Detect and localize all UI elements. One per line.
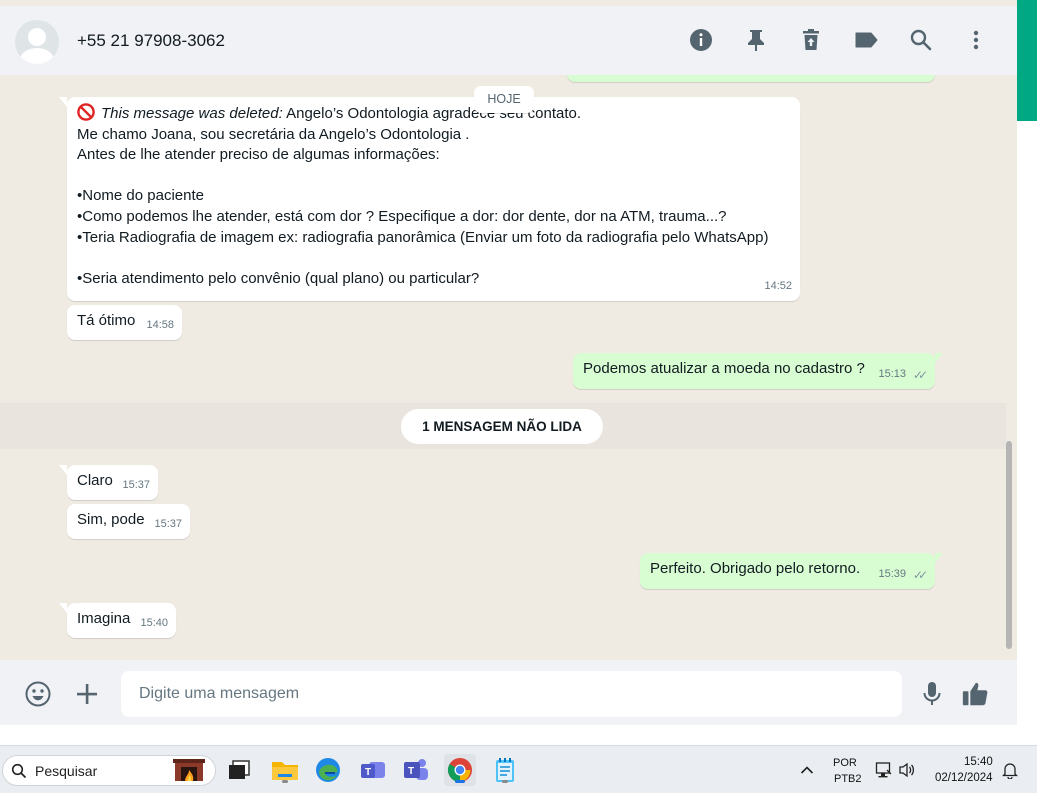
- microphone-icon[interactable]: [918, 680, 946, 708]
- unread-chip: 1 MENSAGEM NÃO LIDA: [401, 409, 603, 444]
- clock-time[interactable]: 15:40: [964, 756, 993, 768]
- info-icon[interactable]: [688, 27, 714, 53]
- running-indicator: [282, 780, 288, 783]
- message-text: Sim, pode: [77, 511, 145, 528]
- background-accent: [1017, 0, 1037, 121]
- search-icon[interactable]: [908, 27, 934, 53]
- bubble-tail: [935, 353, 943, 363]
- contact-avatar[interactable]: [15, 20, 59, 64]
- notification-bell-icon[interactable]: [998, 754, 1022, 786]
- message-time: 15:39: [878, 568, 906, 581]
- attach-plus-icon[interactable]: [73, 680, 101, 708]
- taskbar-search-placeholder: Pesquisar: [35, 763, 98, 779]
- chat-scrollbar[interactable]: [1006, 441, 1012, 649]
- svg-text:T: T: [365, 767, 371, 778]
- message-time: 14:52: [764, 280, 792, 293]
- message-line: •Nome do paciente: [77, 187, 204, 205]
- taskbar-search[interactable]: Pesquisar: [2, 755, 216, 786]
- message-text: Tá ótimo: [77, 312, 136, 329]
- message-text: Claro: [77, 472, 113, 489]
- chrome-icon[interactable]: [444, 754, 476, 786]
- contact-name[interactable]: +55 21 97908-3062: [77, 31, 225, 51]
- message-bubble-outgoing[interactable]: Podemos atualizar a moeda no cadastro ? …: [573, 353, 935, 389]
- message-line: •Como podemos lhe atender, está com dor …: [77, 207, 727, 225]
- clock-date[interactable]: 02/12/2024: [935, 772, 993, 784]
- fireplace-icon: [173, 759, 205, 788]
- composer: [0, 660, 1017, 725]
- emoji-icon[interactable]: [24, 680, 52, 708]
- message-time: 14:58: [146, 319, 174, 332]
- message-input[interactable]: [121, 671, 902, 717]
- running-indicator: [502, 780, 508, 783]
- bubble-tail: [935, 553, 943, 563]
- blocked-icon: [77, 103, 95, 121]
- read-ticks-icon: ✓✓: [912, 568, 928, 583]
- pin-icon[interactable]: [743, 27, 769, 53]
- message-time: 15:40: [140, 617, 168, 630]
- chevron-up-icon[interactable]: [793, 754, 821, 786]
- label-icon[interactable]: [853, 27, 879, 53]
- message-line: Me chamo Joana, sou secretária da Angelo…: [77, 125, 470, 143]
- message-line: •Teria Radiografia de imagem ex: radiogr…: [77, 228, 769, 246]
- teams-work-icon[interactable]: T: [400, 754, 432, 786]
- bubble-tail: [59, 603, 67, 613]
- message-bubble-incoming[interactable]: This message was deleted: Angelo’s Odont…: [67, 97, 800, 301]
- chat-area[interactable]: This message was deleted: Angelo’s Odont…: [0, 75, 1017, 660]
- file-explorer-icon[interactable]: [269, 754, 301, 786]
- task-view-icon[interactable]: [223, 754, 255, 786]
- search-icon: [11, 763, 27, 784]
- date-chip: HOJE: [474, 86, 534, 113]
- message-bubble-incoming[interactable]: Tá ótimo 14:58: [67, 305, 182, 340]
- avatar-body-shape: [20, 48, 54, 64]
- message-bubble-incoming[interactable]: Imagina 15:40: [67, 603, 176, 638]
- input-language[interactable]: POR: [833, 757, 857, 769]
- message-line: •Seria atendimento pelo convênio (qual p…: [77, 269, 480, 287]
- bubble-tail: [59, 97, 67, 107]
- avatar-head-shape: [28, 28, 46, 46]
- message-text: Podemos atualizar a moeda no cadastro ?: [583, 360, 865, 377]
- delete-icon[interactable]: [798, 27, 824, 53]
- keyboard-layout[interactable]: PTB2: [834, 773, 862, 785]
- edge-icon[interactable]: [312, 754, 344, 786]
- window-right-edge: [1017, 0, 1037, 745]
- message-time: 15:37: [154, 518, 182, 531]
- volume-icon[interactable]: [895, 754, 919, 786]
- message-text: Imagina: [77, 610, 131, 627]
- thumbs-up-icon[interactable]: [961, 680, 989, 708]
- whatsapp-window: +55 21 97908-3062 This message was delet…: [0, 0, 1017, 725]
- read-ticks-icon: ✓✓: [912, 368, 928, 383]
- message-time: 15:13: [878, 368, 906, 381]
- message-line: Angelo’s Odontologia agradece seu contat…: [286, 105, 582, 122]
- teams-icon[interactable]: T: [357, 754, 389, 786]
- message-line: Antes de lhe atender preciso de algumas …: [77, 146, 440, 164]
- active-indicator: [455, 780, 465, 783]
- menu-icon[interactable]: [963, 27, 989, 53]
- message-text: Perfeito. Obrigado pelo retorno.: [650, 560, 861, 577]
- notepad-icon[interactable]: [489, 754, 521, 786]
- message-time: 15:37: [122, 479, 150, 492]
- message-line-blank: [77, 248, 791, 269]
- message-bubble-incoming[interactable]: Claro 15:37: [67, 465, 158, 500]
- message-bubble-outgoing[interactable]: Perfeito. Obrigado pelo retorno. 15:39 ✓…: [640, 553, 935, 589]
- message-line-blank: [77, 166, 791, 187]
- chat-header: +55 21 97908-3062: [0, 6, 1017, 75]
- network-icon[interactable]: [871, 754, 897, 786]
- windows-taskbar: Pesquisar T T POR PTB2 15:40 02/12/2024: [0, 745, 1037, 793]
- message-bubble-outgoing-partial[interactable]: [567, 75, 935, 82]
- deleted-message-label: This message was deleted:: [101, 105, 283, 122]
- bubble-tail: [59, 465, 67, 475]
- svg-text:T: T: [408, 766, 414, 777]
- message-bubble-incoming[interactable]: Sim, pode 15:37: [67, 504, 190, 539]
